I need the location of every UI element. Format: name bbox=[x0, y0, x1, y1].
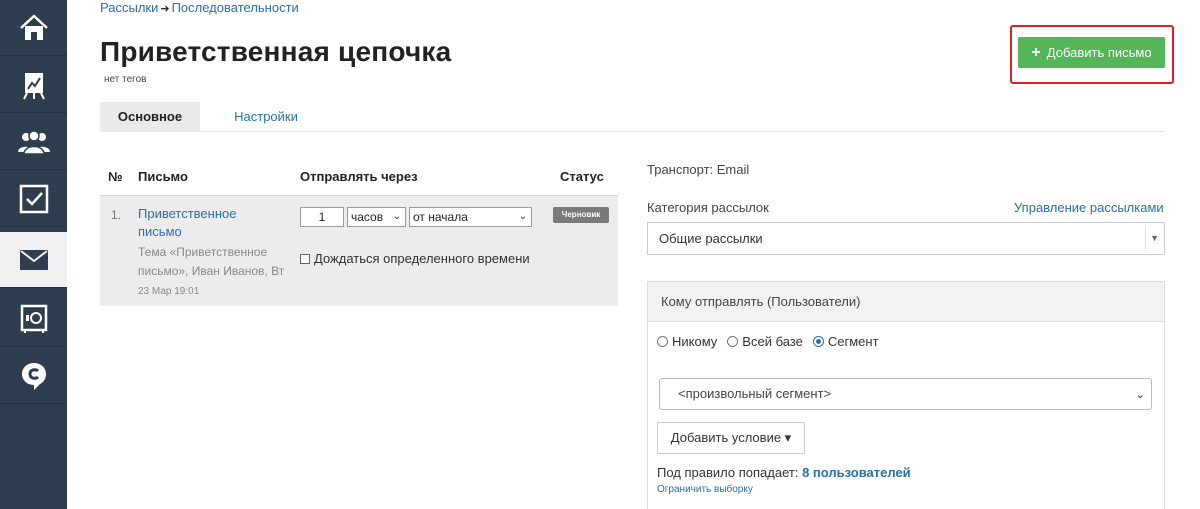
segment-select[interactable]: <произвольный сегмент> ⌄ bbox=[659, 378, 1152, 410]
mail-icon bbox=[19, 249, 48, 270]
sidebar-item-tasks[interactable] bbox=[0, 171, 67, 227]
category-label: Категория рассылок bbox=[647, 200, 769, 215]
letter-date: 23 Мар 19:01 bbox=[138, 286, 200, 297]
letter-meta: Тема «Приветственное письмо», Иван Ивано… bbox=[138, 243, 288, 301]
limit-selection-link[interactable]: Ограничить выборку bbox=[657, 484, 753, 495]
sidebar bbox=[0, 0, 67, 509]
sidebar-item-mail[interactable] bbox=[0, 232, 67, 288]
rule-count-link[interactable]: 8 пользователей bbox=[802, 465, 911, 480]
chevron-down-icon: ⌄ bbox=[392, 211, 401, 222]
delay-from-select[interactable]: от начала ⌄ bbox=[409, 207, 532, 227]
tab-settings[interactable]: Настройки bbox=[218, 102, 314, 132]
delay-unit-select[interactable]: часов ⌄ bbox=[347, 207, 406, 227]
add-condition-button[interactable]: Добавить условие ▾ bbox=[657, 422, 805, 454]
tasks-icon bbox=[19, 184, 48, 213]
select-divider bbox=[1145, 227, 1146, 250]
category-value: Общие рассылки bbox=[659, 231, 763, 246]
radio-button[interactable] bbox=[727, 336, 739, 347]
home-icon bbox=[19, 14, 48, 40]
header-letter: Письмо bbox=[138, 169, 188, 184]
letter-subject: Тема «Приветственное письмо», Иван Ивано… bbox=[138, 245, 285, 278]
wait-time-label: Дождаться определенного времени bbox=[314, 251, 530, 266]
breadcrumb-mailings-link[interactable]: Рассылки bbox=[100, 0, 158, 15]
users-icon bbox=[17, 129, 50, 155]
radio-label: Сегмент bbox=[827, 334, 879, 349]
radio-all-base[interactable]: Всей базе bbox=[727, 334, 803, 349]
table-row: 1. Приветственное письмо Тема «Приветств… bbox=[100, 195, 618, 306]
segment-value: <произвольный сегмент> bbox=[678, 386, 832, 401]
radio-nobody[interactable]: Никому bbox=[657, 334, 717, 349]
sidebar-item-home[interactable] bbox=[0, 0, 67, 56]
delay-from-value: от начала bbox=[413, 210, 468, 224]
header-send-after: Отправлять через bbox=[300, 169, 418, 184]
rule-prefix: Под правило попадает: bbox=[657, 465, 799, 480]
rule-summary: Под правило попадает: 8 пользователей bbox=[657, 465, 911, 480]
sidebar-item-chat[interactable] bbox=[0, 348, 67, 404]
audience-panel: Кому отправлять (Пользователи) Никому Вс… bbox=[647, 281, 1165, 509]
safe-icon bbox=[20, 304, 47, 333]
wait-time-option[interactable]: Дождаться определенного времени bbox=[300, 251, 530, 266]
wait-time-checkbox[interactable] bbox=[300, 253, 310, 264]
letter-title-link[interactable]: Приветственное письмо bbox=[138, 205, 268, 241]
category-select[interactable]: Общие рассылки ▼ bbox=[647, 222, 1165, 255]
tags-label: нет тегов bbox=[104, 74, 147, 85]
radio-segment[interactable]: Сегмент bbox=[812, 334, 879, 349]
stats-icon bbox=[22, 72, 45, 99]
radio-button[interactable] bbox=[657, 336, 668, 347]
chevron-down-icon: ▼ bbox=[1150, 233, 1159, 243]
breadcrumb-sequences-link[interactable]: Последовательности bbox=[172, 0, 299, 15]
radio-label: Всей базе bbox=[742, 334, 803, 349]
add-letter-label: Добавить письмо bbox=[1046, 45, 1152, 60]
chat-icon bbox=[21, 362, 46, 390]
header-num: № bbox=[108, 169, 123, 184]
radio-label: Никому bbox=[672, 334, 718, 349]
sidebar-item-safe[interactable] bbox=[0, 291, 67, 347]
status-badge: Черновик bbox=[553, 207, 609, 223]
plus-icon: + bbox=[1031, 43, 1041, 61]
tab-main[interactable]: Основное bbox=[100, 102, 200, 132]
row-number: 1. bbox=[111, 208, 122, 222]
breadcrumb: Рассылки ➜ Последовательности bbox=[100, 0, 299, 16]
transport-label: Транспорт: Email bbox=[647, 162, 750, 177]
manage-mailings-link[interactable]: Управление рассылками bbox=[1014, 200, 1164, 215]
audience-title: Кому отправлять (Пользователи) bbox=[648, 282, 1164, 322]
chevron-down-icon: ⌄ bbox=[518, 211, 527, 222]
header-status: Статус bbox=[560, 169, 604, 184]
delay-value-input[interactable]: 1 bbox=[300, 207, 344, 227]
delay-unit-value: часов bbox=[351, 210, 384, 224]
page-title: Приветственная цепочка bbox=[100, 36, 452, 67]
tabs: Основное Настройки bbox=[100, 102, 1165, 132]
radio-button[interactable] bbox=[812, 336, 824, 347]
chevron-down-icon: ⌄ bbox=[1135, 389, 1145, 401]
add-letter-button[interactable]: + Добавить письмо bbox=[1018, 37, 1165, 68]
sidebar-item-users[interactable] bbox=[0, 114, 67, 170]
sidebar-item-stats[interactable] bbox=[0, 57, 67, 113]
breadcrumb-separator: ➜ bbox=[160, 3, 170, 15]
audience-radio-group: Никому Всей базе Сегмент bbox=[657, 334, 879, 349]
